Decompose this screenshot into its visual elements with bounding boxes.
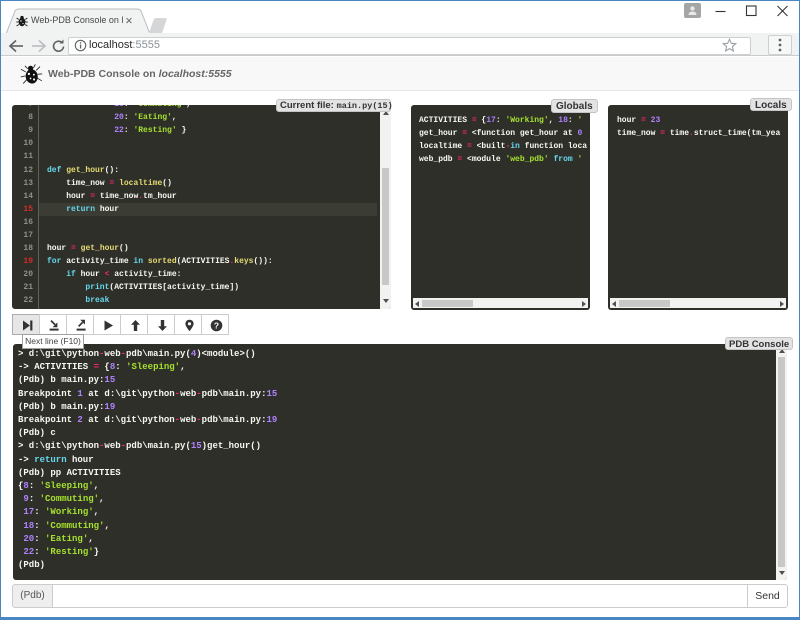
svg-text:?: ?	[213, 320, 218, 330]
